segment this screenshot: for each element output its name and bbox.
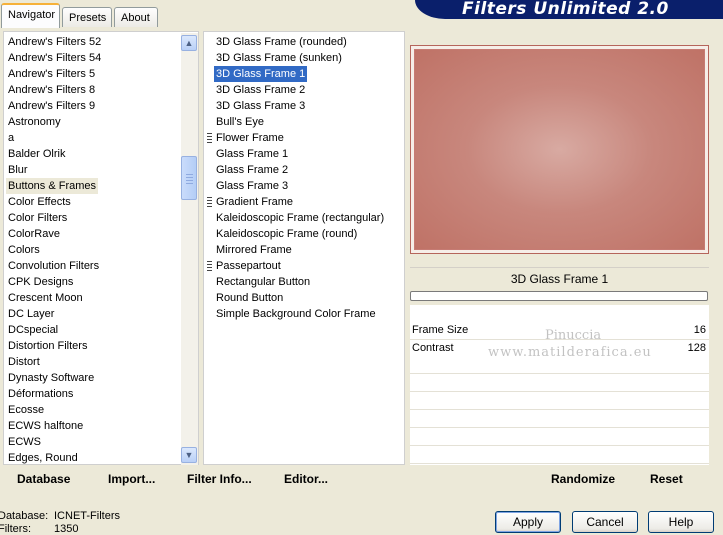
chevron-up-icon: ▲	[184, 38, 194, 48]
category-item[interactable]: Convolution Filters	[8, 258, 99, 274]
category-item[interactable]: Ecosse	[8, 402, 44, 418]
submenu-marker-icon	[207, 133, 212, 144]
status-database-value: ICNET-Filters	[54, 510, 120, 522]
category-item[interactable]: ECWS halftone	[8, 418, 83, 434]
category-item[interactable]: Color Filters	[8, 210, 67, 226]
category-item[interactable]: Distort	[8, 354, 40, 370]
category-item[interactable]: Déformations	[8, 386, 73, 402]
watermark-line2: www.matilderafica.eu	[488, 345, 652, 360]
import-button[interactable]: Import...	[108, 472, 155, 486]
preview-image	[410, 45, 709, 254]
apply-button[interactable]: Apply	[495, 511, 561, 533]
filter-item[interactable]: 3D Glass Frame 2	[216, 82, 305, 98]
filter-item[interactable]: Rectangular Button	[216, 274, 310, 290]
watermark-line1: Pinuccia	[545, 328, 602, 343]
category-scrollbar[interactable]: ▲ ▼	[181, 33, 198, 465]
filter-item[interactable]: Simple Background Color Frame	[216, 306, 376, 322]
filter-item[interactable]: 3D Glass Frame 1	[214, 66, 308, 82]
filter-item[interactable]: 3D Glass Frame (rounded)	[216, 34, 347, 50]
tab-about[interactable]: About	[114, 7, 158, 27]
filter-item[interactable]: Kaleidoscopic Frame (rectangular)	[216, 210, 384, 226]
category-item[interactable]: Balder Olrik	[8, 146, 65, 162]
category-item[interactable]: a	[8, 130, 14, 146]
filter-item[interactable]: 3D Glass Frame 3	[216, 98, 305, 114]
tab-about-label: About	[121, 12, 150, 24]
category-item[interactable]: Andrew's Filters 5	[8, 66, 95, 82]
category-item[interactable]: Andrew's Filters 9	[8, 98, 95, 114]
category-item[interactable]: Andrew's Filters 54	[8, 50, 101, 66]
help-button[interactable]: Help	[648, 511, 714, 533]
editor-button[interactable]: Editor...	[284, 472, 328, 486]
category-item[interactable]: Edges, Round	[8, 450, 78, 466]
category-item[interactable]: Crescent Moon	[8, 290, 83, 306]
filter-item[interactable]: Kaleidoscopic Frame (round)	[216, 226, 357, 242]
filter-item[interactable]: Glass Frame 1	[216, 146, 288, 162]
status-filters-label: Filters:	[0, 523, 31, 535]
database-button[interactable]: Database	[17, 472, 70, 486]
tab-navigator-label: Navigator	[8, 9, 56, 21]
param-value[interactable]: 128	[688, 340, 706, 357]
scroll-up-button[interactable]: ▲	[181, 35, 197, 51]
param-label: Contrast	[412, 342, 454, 354]
category-item[interactable]: Buttons & Frames	[6, 178, 99, 194]
category-item[interactable]: Andrew's Filters 52	[8, 34, 101, 50]
filter-item[interactable]: Mirrored Frame	[216, 242, 292, 258]
randomize-button[interactable]: Randomize	[551, 472, 615, 486]
chevron-down-icon: ▼	[184, 450, 194, 460]
filter-item[interactable]: Gradient Frame	[216, 194, 293, 210]
filter-item[interactable]: Passepartout	[216, 258, 281, 274]
filter-info-button[interactable]: Filter Info...	[187, 472, 252, 486]
filter-item[interactable]: Glass Frame 3	[216, 178, 288, 194]
cancel-button[interactable]: Cancel	[572, 511, 638, 533]
app-title: Filters Unlimited 2.0	[462, 0, 669, 19]
category-item[interactable]: CPK Designs	[8, 274, 73, 290]
category-item[interactable]: DCspecial	[8, 322, 58, 338]
filter-item[interactable]: Glass Frame 2	[216, 162, 288, 178]
category-item[interactable]: DC Layer	[8, 306, 54, 322]
param-value[interactable]: 16	[694, 322, 706, 339]
filter-item[interactable]: 3D Glass Frame (sunken)	[216, 50, 342, 66]
category-item[interactable]: Distortion Filters	[8, 338, 87, 354]
filter-item[interactable]: Bull's Eye	[216, 114, 264, 130]
submenu-marker-icon	[207, 261, 212, 272]
tab-navigator[interactable]: Navigator	[1, 3, 60, 28]
reset-button[interactable]: Reset	[650, 472, 683, 486]
category-item[interactable]: Blur	[8, 162, 28, 178]
category-item[interactable]: Astronomy	[8, 114, 61, 130]
filter-item[interactable]: Flower Frame	[216, 130, 284, 146]
preview-title: 3D Glass Frame 1	[510, 272, 609, 286]
scroll-thumb[interactable]	[181, 156, 197, 200]
progress-bar	[410, 291, 708, 301]
filter-item[interactable]: Round Button	[216, 290, 283, 306]
category-item[interactable]: ECWS	[8, 434, 41, 450]
status-database-label: Database:	[0, 510, 49, 522]
tab-presets-label: Presets	[69, 12, 107, 24]
category-item[interactable]: Andrew's Filters 8	[8, 82, 95, 98]
param-label: Frame Size	[412, 324, 469, 336]
category-item[interactable]: Colors	[8, 242, 40, 258]
submenu-marker-icon	[207, 197, 212, 208]
status-filters-value: 1350	[54, 523, 79, 535]
category-item[interactable]: Dynasty Software	[8, 370, 94, 386]
category-item[interactable]: Color Effects	[8, 194, 71, 210]
scroll-down-button[interactable]: ▼	[181, 447, 197, 463]
tab-presets[interactable]: Presets	[62, 7, 112, 27]
category-item[interactable]: ColorRave	[8, 226, 60, 242]
